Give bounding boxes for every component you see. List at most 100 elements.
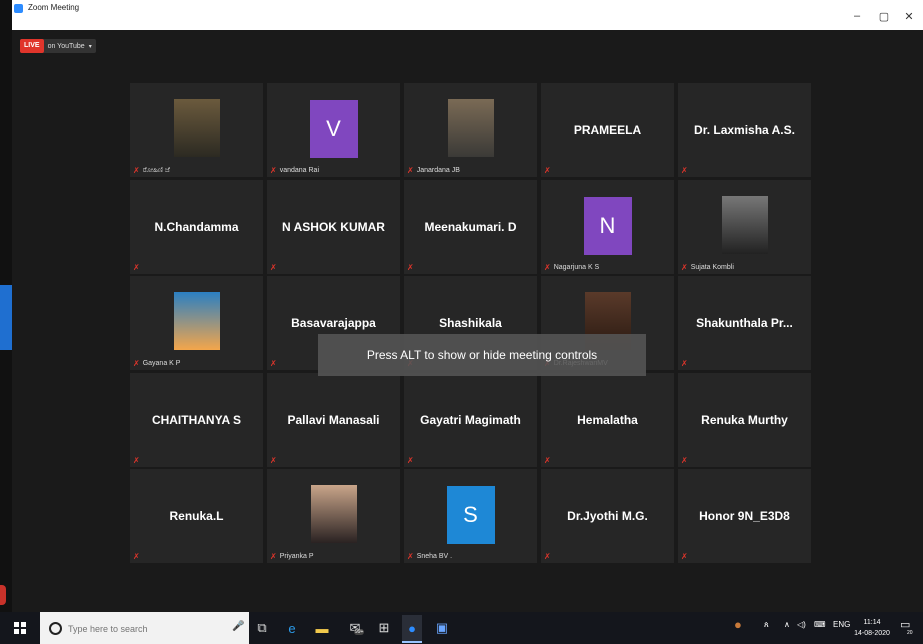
participant-label: ✗ Janardana JB	[407, 166, 460, 175]
minimize-button[interactable]: –	[849, 10, 865, 22]
meeting-controls-hint: Press ALT to show or hide meeting contro…	[318, 334, 646, 376]
left-strip-accent	[0, 285, 12, 350]
search-input[interactable]	[66, 619, 220, 639]
participant-label: ✗ Sneha BV .	[407, 552, 452, 561]
muted-mic-icon: ✗	[681, 359, 688, 368]
participant-tile[interactable]: Meenakumari. D ✗	[404, 180, 537, 274]
participant-name: Renuka.L	[169, 509, 224, 523]
left-window-strip	[0, 0, 12, 612]
participant-label: ✗ vandana Rai	[270, 166, 319, 175]
microphone-icon[interactable]: 🎤	[232, 621, 244, 632]
clock-time: 11:14	[863, 619, 881, 626]
participant-photo	[173, 99, 220, 157]
participant-photo	[310, 485, 357, 543]
muted-mic-icon: ✗	[133, 359, 140, 368]
participant-name: Shashikala	[439, 316, 502, 330]
participant-tile[interactable]: ✗ Janardana JB	[404, 83, 537, 177]
system-clock[interactable]: 11:14 14-08-2020	[853, 617, 891, 639]
participant-tile[interactable]: Dr.Jyothi M.G. ✗	[541, 469, 674, 563]
participant-label: ✗	[270, 359, 280, 368]
cortana-icon	[49, 622, 62, 635]
live-stream-indicator[interactable]: LIVE on YouTube ▾	[20, 39, 96, 53]
muted-mic-icon: ✗	[681, 552, 688, 561]
participant-label: ✗	[544, 166, 554, 175]
chevron-up-icon[interactable]: ∧	[784, 620, 790, 629]
participant-tile[interactable]: N.Chandamma ✗	[130, 180, 263, 274]
muted-mic-icon: ✗	[133, 263, 140, 272]
participant-tile[interactable]: Hemalatha ✗	[541, 373, 674, 467]
participant-label: ✗	[133, 552, 143, 561]
participant-name: Basavarajappa	[291, 316, 376, 330]
participant-label-text: Janardana JB	[416, 167, 460, 174]
task-view-icon[interactable]: ⧉	[252, 618, 272, 638]
participant-tile[interactable]: Pallavi Manasali ✗	[267, 373, 400, 467]
edge-icon[interactable]: e	[282, 618, 302, 638]
participant-label: ✗ Sujata Kombli	[681, 263, 734, 272]
participant-tile[interactable]: CHAITHANYA S ✗	[130, 373, 263, 467]
participant-initial-avatar: S	[446, 486, 495, 544]
participant-name: Pallavi Manasali	[287, 413, 380, 427]
volume-icon[interactable]: ◁)	[797, 620, 806, 629]
participant-name: N.Chandamma	[154, 220, 239, 234]
user-avatar-icon[interactable]: ●	[734, 617, 742, 632]
participant-tile[interactable]: Renuka Murthy ✗	[678, 373, 811, 467]
windows-start-icon[interactable]	[14, 622, 26, 634]
taskbar: 🎤 ⧉ e ▬ ✉99+ ⊞ ● ▣ ● ጰ ∧ ◁) ⌨ ENG 11:14 14-08-…	[0, 612, 923, 644]
participant-label-text: Nagarjuna K S	[553, 264, 600, 271]
muted-mic-icon: ✗	[407, 552, 414, 561]
participant-tile[interactable]: N ASHOK KUMAR ✗	[267, 180, 400, 274]
mail-icon[interactable]: ✉ 99+	[345, 618, 365, 638]
participant-label: ✗	[270, 456, 280, 465]
people-icon[interactable]: ጰ	[764, 620, 769, 630]
participant-tile[interactable]: Gayatri Magimath ✗	[404, 373, 537, 467]
participant-name: CHAITHANYA S	[151, 413, 242, 427]
live-label: on YouTube	[47, 42, 85, 50]
input-language[interactable]: ENG	[833, 620, 850, 629]
participant-label: ✗	[681, 359, 691, 368]
participant-label: ✗	[270, 263, 280, 272]
participant-tile[interactable]: ✗ Gayana K P	[130, 276, 263, 370]
participant-tile[interactable]: N ✗ Nagarjuna K S	[541, 180, 674, 274]
muted-mic-icon: ✗	[544, 166, 551, 175]
close-button[interactable]: ✕	[901, 10, 917, 23]
participant-tile[interactable]: Honor 9N_E3D8 ✗	[678, 469, 811, 563]
zoom-logo-icon	[14, 4, 23, 13]
taskbar-search[interactable]: 🎤	[40, 612, 249, 644]
participant-label: ✗	[407, 263, 417, 272]
participant-tile[interactable]: S ✗ Sneha BV .	[404, 469, 537, 563]
muted-mic-icon: ✗	[681, 263, 688, 272]
participant-label: ✗	[681, 166, 691, 175]
participant-tile[interactable]: PRAMEELA ✗	[541, 83, 674, 177]
muted-mic-icon: ✗	[270, 263, 277, 272]
muted-mic-icon: ✗	[270, 166, 277, 175]
participant-tile[interactable]: ✗ Sujata Kombli	[678, 180, 811, 274]
zoom-app-icon[interactable]: ●	[402, 615, 422, 643]
participant-tile[interactable]: V ✗ vandana Rai	[267, 83, 400, 177]
file-explorer-icon[interactable]: ▬	[312, 618, 332, 638]
muted-mic-icon: ✗	[133, 456, 140, 465]
participant-photo	[173, 292, 220, 350]
participant-name: Renuka Murthy	[701, 413, 788, 427]
participant-tile[interactable]: Renuka.L ✗	[130, 469, 263, 563]
participant-label: ✗	[544, 456, 554, 465]
participant-label: ✗ Priyanka P	[270, 552, 314, 561]
participant-label: ✗	[681, 456, 691, 465]
keyboard-icon[interactable]: ⌨	[814, 620, 826, 629]
participant-tile[interactable]: Shakunthala Pr... ✗	[678, 276, 811, 370]
muted-mic-icon: ✗	[133, 552, 140, 561]
maximize-button[interactable]: ▢	[876, 10, 892, 23]
participant-label-text: Priyanka P	[279, 553, 314, 560]
muted-mic-icon: ✗	[681, 166, 688, 175]
muted-mic-icon: ✗	[133, 166, 140, 175]
notes-app-icon[interactable]: ▣	[432, 618, 452, 638]
participant-name: Dr.Jyothi M.G.	[567, 509, 648, 523]
participant-tile[interactable]: ✗ Priyanka P	[267, 469, 400, 563]
participant-label: ✗	[544, 552, 554, 561]
window-titlebar: Zoom Meeting – ▢ ✕	[12, 0, 923, 30]
participant-tile[interactable]: ✗ ರೋಹಿಣಿ ಜೆ	[130, 83, 263, 177]
participant-name: Meenakumari. D	[424, 220, 517, 234]
mail-badge: 99+	[354, 629, 365, 635]
store-icon[interactable]: ⊞	[374, 618, 394, 638]
participant-tile[interactable]: Dr. Laxmisha A.S. ✗	[678, 83, 811, 177]
participant-photo	[721, 196, 768, 254]
